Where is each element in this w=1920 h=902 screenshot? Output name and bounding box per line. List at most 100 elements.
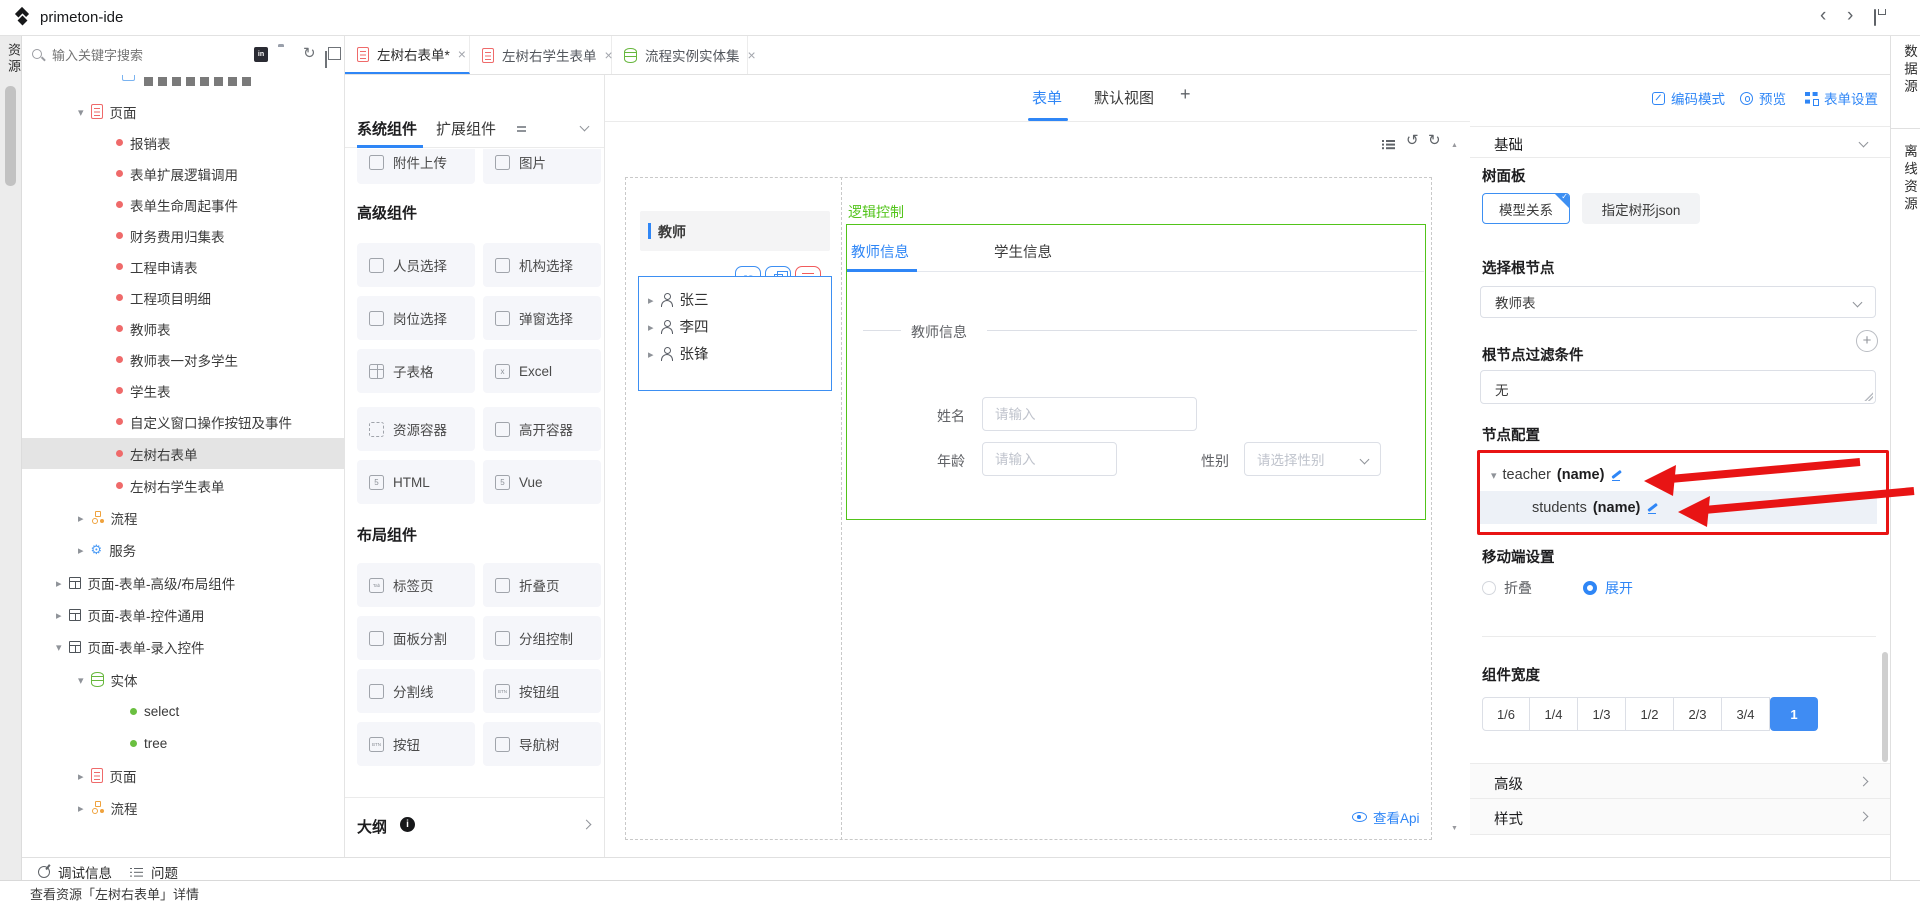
canvas-tree-node-zhangfeng[interactable]: 张锋	[639, 340, 831, 367]
search-input[interactable]	[52, 42, 232, 68]
file-tab-left-tree-right-student-form[interactable]: 左树右学生表单	[470, 36, 612, 74]
palette-collapse-icon[interactable]	[580, 122, 590, 132]
tree-item-left-tree-right-form[interactable]: 左树右表单	[22, 438, 345, 469]
gender-select[interactable]: 请选择性别	[1244, 442, 1381, 476]
chevron-down-icon[interactable]	[1859, 138, 1869, 148]
expander-icon[interactable]	[56, 639, 62, 654]
expander-icon[interactable]	[56, 607, 62, 622]
palette-item-button[interactable]: 按钮	[357, 722, 475, 766]
tree-item-pkg-common-controls[interactable]: 页面-表单-控件通用	[22, 599, 345, 630]
name-field-input[interactable]	[982, 397, 1197, 431]
view-tab-form[interactable]: 表单	[1032, 87, 1062, 108]
palette-item-code-container[interactable]: 高开容器	[483, 407, 601, 451]
palette-item-excel[interactable]: Excel	[483, 349, 601, 393]
palette-tab-system[interactable]: 系统组件	[357, 118, 417, 139]
chevron-right-icon[interactable]	[1859, 777, 1869, 787]
tree-item-custom-window-buttons[interactable]: 自定义窗口操作按钮及事件	[22, 406, 345, 437]
palette-item-popup-select[interactable]: 弹窗选择	[483, 296, 601, 340]
tree-widget-selected[interactable]: 张三 李四 张锋	[638, 276, 832, 391]
tree-item-select[interactable]: select	[22, 696, 345, 727]
palette-item-image[interactable]: 图片	[483, 149, 601, 184]
tree-item-process[interactable]: 流程	[22, 502, 345, 533]
tree-item-teacher-table[interactable]: 教师表	[22, 313, 345, 344]
width-option-1-3[interactable]: 1/3	[1578, 697, 1626, 731]
collapse-all-icon[interactable]	[325, 51, 327, 68]
tree-item-form-ext-logic[interactable]: 表单扩展逻辑调用	[22, 158, 345, 189]
canvas-scroll-up-icon[interactable]	[1451, 135, 1458, 150]
undo-icon[interactable]	[1406, 131, 1419, 149]
close-tab-icon[interactable]	[748, 47, 756, 63]
tree-item-service[interactable]: 服务	[22, 534, 345, 565]
form-settings-button[interactable]: 表单设置	[1805, 88, 1878, 108]
tree-item-form-lifecycle[interactable]: 表单生命周起事件	[22, 189, 345, 220]
tree-item-pages-2[interactable]: 页面	[22, 760, 345, 791]
view-api-link[interactable]: 查看Api	[1352, 807, 1420, 827]
left-strip-scrollbar-thumb[interactable]	[5, 86, 16, 186]
palette-item-html[interactable]: HTML	[357, 460, 475, 504]
palette-item-resource-container[interactable]: 资源容器	[357, 407, 475, 451]
tree-item-pkg-advanced-layout[interactable]: 页面-表单-高级/布局组件	[22, 567, 345, 598]
save-icon[interactable]	[1874, 9, 1876, 26]
inspector-scrollbar-thumb[interactable]	[1882, 652, 1888, 762]
style-section-header[interactable]: 样式	[1470, 799, 1890, 835]
palette-item-tab-page[interactable]: 标签页	[357, 563, 475, 607]
palette-item-sub-table[interactable]: 子表格	[357, 349, 475, 393]
model-relation-option[interactable]: 模型关系 ✓	[1482, 193, 1570, 224]
preview-button[interactable]: 预览	[1740, 88, 1786, 108]
expander-icon[interactable]	[648, 292, 654, 307]
outline-expand-icon[interactable]	[582, 820, 592, 830]
problems-tab[interactable]: 问题	[130, 862, 178, 882]
nav-forward-icon[interactable]	[1847, 5, 1853, 27]
file-tab-process-entity-set[interactable]: 流程实例实体集	[612, 36, 748, 74]
fold-radio[interactable]: 折叠	[1482, 578, 1532, 598]
tree-item-process-2[interactable]: 流程	[22, 792, 345, 823]
palette-item-divider-line[interactable]: 分割线	[357, 669, 475, 713]
offline-resources-panel-tab[interactable]: 离线资源	[1899, 144, 1919, 214]
datasource-panel-tab[interactable]: 数据源	[1899, 44, 1919, 97]
width-option-1-6[interactable]: 1/6	[1482, 697, 1530, 731]
width-option-1-2[interactable]: 1/2	[1626, 697, 1674, 731]
form-tab-student-info[interactable]: 学生信息	[994, 241, 1052, 262]
canvas-tree-node-zhangsan[interactable]: 张三	[639, 286, 831, 313]
logic-control-container[interactable]: 教师信息 学生信息 教师信息 姓名 年龄 性别 请选择性别	[846, 224, 1426, 520]
expander-icon[interactable]	[78, 104, 84, 119]
code-mode-button[interactable]: 编码模式	[1652, 88, 1725, 108]
close-tab-icon[interactable]	[458, 46, 466, 62]
palette-item-post-select[interactable]: 岗位选择	[357, 296, 475, 340]
add-filter-icon[interactable]	[1856, 330, 1878, 352]
palette-item-nav-tree[interactable]: 导航树	[483, 722, 601, 766]
nav-back-icon[interactable]	[1820, 5, 1826, 27]
tree-item-finance-cost[interactable]: 财务费用归集表	[22, 220, 345, 251]
width-option-1-selected[interactable]: 1	[1770, 697, 1818, 731]
add-view-button[interactable]: +	[1180, 84, 1191, 105]
file-tab-left-tree-right-form[interactable]: 左树右表单*	[345, 36, 470, 74]
expander-icon[interactable]	[78, 510, 84, 525]
palette-tab-extension[interactable]: 扩展组件	[436, 118, 496, 139]
palette-item-org-select[interactable]: 机构选择	[483, 243, 601, 287]
resize-handle[interactable]	[1864, 392, 1873, 401]
view-tab-default[interactable]: 默认视图	[1094, 87, 1154, 108]
palette-item-vue[interactable]: Vue	[483, 460, 601, 504]
expand-radio[interactable]: 展开	[1583, 578, 1633, 598]
import-icon[interactable]	[254, 47, 268, 62]
expander-icon[interactable]	[648, 346, 654, 361]
root-filter-textarea[interactable]: 无	[1480, 370, 1876, 404]
tree-item-pages[interactable]: 页面	[22, 96, 345, 127]
redo-icon[interactable]	[1428, 131, 1441, 149]
tree-item-student-table[interactable]: 学生表	[22, 375, 345, 406]
width-option-3-4[interactable]: 3/4	[1722, 697, 1770, 731]
palette-item-group-control[interactable]: 分组控制	[483, 616, 601, 660]
width-option-1-4[interactable]: 1/4	[1530, 697, 1578, 731]
refresh-icon[interactable]	[303, 44, 316, 62]
width-option-2-3[interactable]: 2/3	[1674, 697, 1722, 731]
palette-layout-icon[interactable]	[517, 126, 526, 128]
canvas-scroll-down-icon[interactable]	[1451, 818, 1458, 833]
palette-item-user-select[interactable]: 人员选择	[357, 243, 475, 287]
tree-widget-header[interactable]: 教师	[640, 211, 830, 251]
palette-item-upload[interactable]: 附件上传	[357, 149, 475, 184]
palette-item-panel-split[interactable]: 面板分割	[357, 616, 475, 660]
tree-item-tree[interactable]: tree	[22, 728, 345, 759]
tree-item-pkg-input-controls[interactable]: 页面-表单-录入控件	[22, 631, 345, 662]
chevron-right-icon[interactable]	[1859, 812, 1869, 822]
palette-item-button-group[interactable]: 按钮组	[483, 669, 601, 713]
